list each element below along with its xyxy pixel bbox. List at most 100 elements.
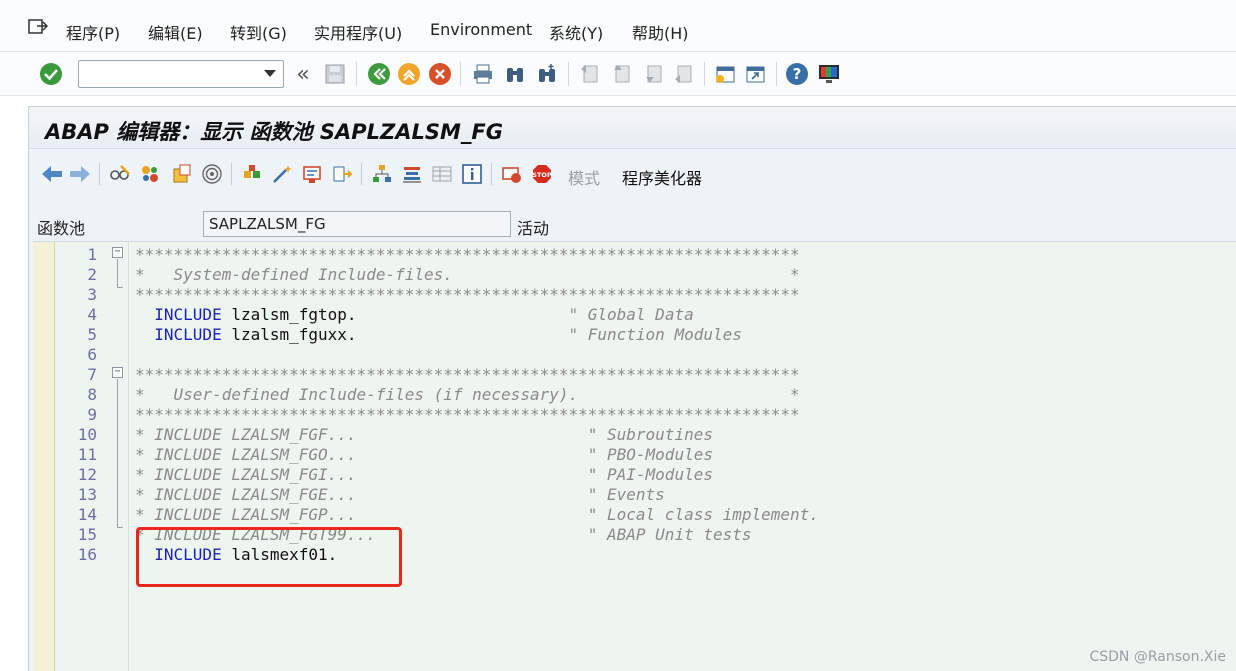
code-line[interactable]: INCLUDE lzalsm_fgtop. " Global Data xyxy=(135,305,693,325)
pattern-button[interactable] xyxy=(329,161,355,187)
line-number: 7 xyxy=(87,365,97,384)
code-line[interactable]: * System-defined Include-files. * xyxy=(135,265,800,285)
program-header: 函数池 SAPLZALSM_FG 活动 xyxy=(29,207,1236,239)
keyword-include: INCLUDE xyxy=(135,545,222,564)
code-line[interactable]: ****************************************… xyxy=(135,365,800,385)
arrow-right-icon xyxy=(70,166,90,182)
help-button[interactable]: ? xyxy=(784,61,810,87)
mode-button[interactable]: 模式 xyxy=(568,165,600,189)
menu-program[interactable]: 程序(P) xyxy=(66,20,120,44)
code-area[interactable]: ****************************************… xyxy=(129,242,1236,671)
find-next-button[interactable] xyxy=(534,61,560,87)
include-name: lalsmexf01. xyxy=(221,545,338,564)
code-line[interactable]: ****************************************… xyxy=(135,245,800,265)
pretty-printer-button[interactable]: 程序美化器 xyxy=(622,165,702,189)
forward-arrow-button[interactable] xyxy=(67,161,93,187)
table-icon xyxy=(432,166,452,182)
command-field[interactable] xyxy=(78,60,284,88)
monitor-icon xyxy=(819,65,839,83)
syntax-check-icon xyxy=(244,165,260,178)
exit-button[interactable] xyxy=(396,61,422,87)
navigation-window-button[interactable] xyxy=(399,161,425,187)
comment-text: * INCLUDE LZALSM_FGF... " Subroutines xyxy=(135,425,713,444)
shortcut-icon xyxy=(746,66,765,83)
enter-button[interactable] xyxy=(38,61,64,87)
check-icon xyxy=(40,63,62,85)
set-breakpoint-button[interactable] xyxy=(499,161,525,187)
watermark: CSDN @Ranson.Xie xyxy=(1089,649,1226,665)
line-number: 11 xyxy=(77,445,97,464)
breakpoint-gutter[interactable] xyxy=(33,242,55,671)
back-arrow-button[interactable] xyxy=(39,161,65,187)
first-page-button[interactable] xyxy=(576,61,602,87)
next-page-button[interactable] xyxy=(640,61,666,87)
line-number: 8 xyxy=(87,385,97,404)
code-line[interactable]: INCLUDE lalsmexf01. xyxy=(135,545,337,565)
fold-toggle-block-1[interactable]: − xyxy=(112,247,123,258)
code-line[interactable]: * INCLUDE LZALSM_FGO... " PBO-Modules xyxy=(135,445,713,465)
code-line[interactable]: ****************************************… xyxy=(135,285,800,305)
printer-icon xyxy=(474,64,492,84)
code-line[interactable]: * INCLUDE LZALSM_FGT99... " ABAP Unit te… xyxy=(135,525,752,545)
shortcut-button[interactable] xyxy=(742,61,768,87)
command-input[interactable] xyxy=(79,61,257,87)
stop-button[interactable]: STOP xyxy=(529,161,555,187)
history-back-button[interactable]: « xyxy=(290,61,316,87)
customize-layout-button[interactable] xyxy=(816,61,842,87)
code-line[interactable]: * User-defined Include-files (if necessa… xyxy=(135,385,800,405)
menu-environment[interactable]: Environment xyxy=(430,20,532,39)
function-pool-field[interactable]: SAPLZALSM_FG xyxy=(203,211,511,237)
comment-text: * INCLUDE LZALSM_FGP... " Local class im… xyxy=(135,505,819,524)
line-number: 10 xyxy=(77,425,97,444)
print-button[interactable] xyxy=(470,61,496,87)
line-number: 12 xyxy=(77,465,97,484)
previous-page-icon xyxy=(614,65,630,83)
test-button[interactable] xyxy=(299,161,325,187)
menu-system[interactable]: 系统(Y) xyxy=(549,20,603,44)
test-icon xyxy=(303,166,321,183)
display-change-button[interactable] xyxy=(107,161,133,187)
save-button[interactable] xyxy=(322,61,348,87)
create-session-button[interactable] xyxy=(712,61,738,87)
code-line[interactable]: * INCLUDE LZALSM_FGI... " PAI-Modules xyxy=(135,465,713,485)
active-inactive-button[interactable] xyxy=(137,161,163,187)
back-icon xyxy=(368,63,390,85)
double-chevron-left-icon: « xyxy=(296,61,310,87)
fold-toggle-block-2[interactable]: − xyxy=(112,367,123,378)
layout-button[interactable] xyxy=(429,161,455,187)
main-panel: ABAP 编辑器：显示 函数池 SAPLZALSM_FG STOP 模式 程序美… xyxy=(28,106,1236,671)
cancel-button[interactable] xyxy=(427,61,453,87)
where-used-button[interactable] xyxy=(199,161,225,187)
code-line[interactable]: INCLUDE lzalsm_fguxx. " Function Modules xyxy=(135,325,742,345)
back-button[interactable] xyxy=(366,61,392,87)
check-syntax-button[interactable] xyxy=(239,161,265,187)
other-object-button[interactable] xyxy=(169,161,195,187)
information-button[interactable] xyxy=(459,161,485,187)
comment-text: * INCLUDE LZALSM_FGT99... " ABAP Unit te… xyxy=(135,525,752,544)
include-name: lzalsm_fguxx. xyxy=(221,325,357,344)
comment-text: * INCLUDE LZALSM_FGO... " PBO-Modules xyxy=(135,445,713,464)
menu-help[interactable]: 帮助(H) xyxy=(632,20,689,44)
code-line[interactable]: * INCLUDE LZALSM_FGF... " Subroutines xyxy=(135,425,713,445)
status-label: 活动 xyxy=(517,219,550,238)
object-list-button[interactable] xyxy=(369,161,395,187)
last-page-button[interactable] xyxy=(670,61,696,87)
comment-text: ****************************************… xyxy=(135,245,800,264)
code-line[interactable]: * INCLUDE LZALSM_FGP... " Local class im… xyxy=(135,505,819,525)
activate-button[interactable] xyxy=(269,161,295,187)
line-number: 2 xyxy=(87,265,97,284)
code-editor[interactable]: 1 2 3 4 5 6 7 8 9 10 11 12 13 14 15 16 − − ************… xyxy=(33,241,1236,671)
keyword-include: INCLUDE xyxy=(135,305,222,324)
menu-utilities[interactable]: 实用程序(U) xyxy=(314,20,402,44)
inline-comment: " Function Modules xyxy=(356,325,742,344)
comment-text: * System-defined Include-files. * xyxy=(135,265,800,284)
menu-goto[interactable]: 转到(G) xyxy=(230,20,287,44)
menu-exit-icon[interactable] xyxy=(28,18,49,36)
previous-page-button[interactable] xyxy=(608,61,634,87)
find-button[interactable] xyxy=(502,61,528,87)
menu-edit[interactable]: 编辑(E) xyxy=(148,20,203,44)
code-line[interactable]: * INCLUDE LZALSM_FGE... " Events xyxy=(135,485,665,505)
page-title: ABAP 编辑器：显示 函数池 SAPLZALSM_FG xyxy=(45,120,503,144)
code-line[interactable]: ****************************************… xyxy=(135,405,800,425)
command-dropdown-button[interactable] xyxy=(257,61,283,87)
